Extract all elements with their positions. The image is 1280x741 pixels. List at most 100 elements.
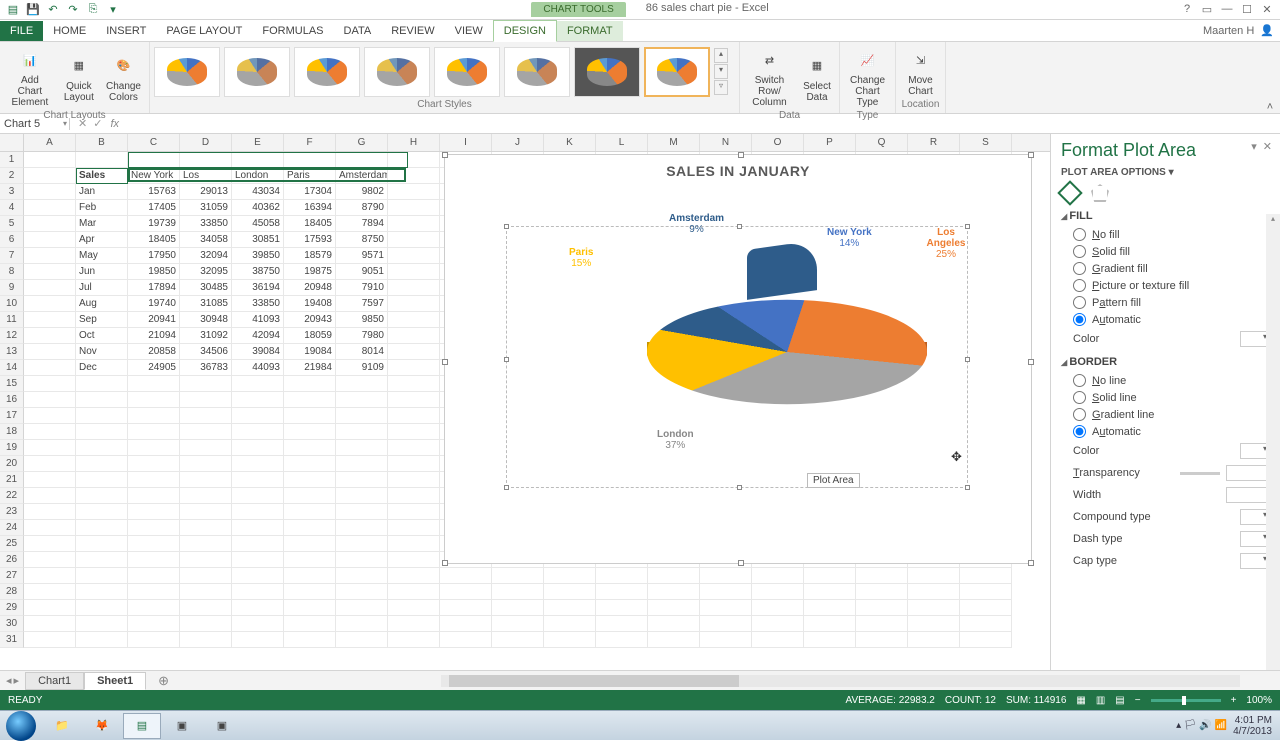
cell[interactable]	[76, 408, 128, 424]
cell[interactable]	[76, 152, 128, 168]
cell[interactable]	[232, 456, 284, 472]
cell[interactable]	[284, 392, 336, 408]
cell[interactable]	[960, 616, 1012, 632]
move-chart-button[interactable]: ⇲Move Chart	[900, 44, 941, 99]
cell[interactable]	[76, 520, 128, 536]
cell[interactable]	[284, 632, 336, 648]
worksheet-grid[interactable]: ABCDEFGHIJKLMNOPQRS 12SalesNew YorkLos A…	[0, 134, 1050, 670]
qat-dropdown-icon[interactable]: ▾	[106, 3, 120, 17]
cell[interactable]	[128, 552, 180, 568]
cell[interactable]	[232, 552, 284, 568]
cell[interactable]: 19875	[284, 264, 336, 280]
row-header-6[interactable]: 6	[0, 232, 24, 248]
quick-layout-button[interactable]: ▦Quick Layout	[60, 50, 98, 105]
pane-close-icon[interactable]: ✕	[1263, 140, 1272, 153]
cell[interactable]	[544, 616, 596, 632]
cell[interactable]	[856, 600, 908, 616]
cell[interactable]: 17405	[128, 200, 180, 216]
cell[interactable]: London	[232, 168, 284, 184]
cell[interactable]: 45058	[232, 216, 284, 232]
cell[interactable]	[388, 184, 440, 200]
cell[interactable]	[492, 616, 544, 632]
cell[interactable]	[544, 568, 596, 584]
cell[interactable]	[24, 248, 76, 264]
fill-line-tab-icon[interactable]	[1057, 180, 1082, 205]
cell[interactable]	[336, 392, 388, 408]
cell[interactable]	[128, 472, 180, 488]
cell[interactable]: 39850	[232, 248, 284, 264]
cell[interactable]: 32095	[180, 264, 232, 280]
row-header-3[interactable]: 3	[0, 184, 24, 200]
cell[interactable]: 19084	[284, 344, 336, 360]
cell[interactable]: 19850	[128, 264, 180, 280]
cell[interactable]	[128, 488, 180, 504]
cell[interactable]: 31092	[180, 328, 232, 344]
cell[interactable]	[128, 456, 180, 472]
row-header-16[interactable]: 16	[0, 392, 24, 408]
data-label-paris[interactable]: Paris15%	[569, 247, 593, 269]
cell[interactable]	[76, 568, 128, 584]
data-label-new-york[interactable]: New York14%	[827, 227, 872, 249]
opt-solid-fill[interactable]: Solid fill	[1061, 243, 1270, 260]
cell[interactable]: May	[76, 248, 128, 264]
cell[interactable]	[76, 504, 128, 520]
cell[interactable]: 44093	[232, 360, 284, 376]
cell[interactable]: 20948	[284, 280, 336, 296]
cell[interactable]	[336, 632, 388, 648]
cell[interactable]	[24, 296, 76, 312]
maximize-icon[interactable]: ☐	[1240, 3, 1254, 16]
cell[interactable]	[232, 520, 284, 536]
chart-style-5[interactable]	[434, 47, 500, 97]
row-header-15[interactable]: 15	[0, 376, 24, 392]
cell[interactable]: 16394	[284, 200, 336, 216]
view-page-layout-icon[interactable]: ▥	[1096, 695, 1105, 706]
data-label-los-angeles[interactable]: Los Angeles25%	[925, 227, 967, 260]
cell[interactable]	[128, 616, 180, 632]
cell[interactable]: 33850	[180, 216, 232, 232]
row-header-2[interactable]: 2	[0, 168, 24, 184]
tab-file[interactable]: FILE	[0, 21, 43, 41]
cell[interactable]: Apr	[76, 232, 128, 248]
cell[interactable]: 8790	[336, 200, 388, 216]
cell[interactable]: Mar	[76, 216, 128, 232]
cell[interactable]: 15763	[128, 184, 180, 200]
cell[interactable]	[440, 568, 492, 584]
cell[interactable]	[128, 536, 180, 552]
cell[interactable]	[752, 568, 804, 584]
col-header-E[interactable]: E	[232, 134, 284, 151]
chart-style-2[interactable]	[224, 47, 290, 97]
cell[interactable]	[388, 168, 440, 184]
change-colors-button[interactable]: 🎨Change Colors	[102, 50, 145, 105]
chart-title[interactable]: SALES IN JANUARY	[445, 155, 1031, 179]
cell[interactable]	[284, 504, 336, 520]
cell[interactable]	[232, 504, 284, 520]
cell[interactable]	[232, 632, 284, 648]
cell[interactable]	[388, 488, 440, 504]
pane-subtitle[interactable]: PLOT AREA OPTIONS	[1061, 167, 1166, 178]
cell[interactable]: 7980	[336, 328, 388, 344]
cell[interactable]	[388, 296, 440, 312]
cell[interactable]: Jan	[76, 184, 128, 200]
cell[interactable]	[752, 616, 804, 632]
cell[interactable]	[232, 584, 284, 600]
cell[interactable]	[24, 216, 76, 232]
horizontal-scrollbar[interactable]	[441, 675, 1240, 687]
cell[interactable]: 41093	[232, 312, 284, 328]
cell[interactable]: 43034	[232, 184, 284, 200]
cell[interactable]	[284, 536, 336, 552]
effects-tab-icon[interactable]	[1091, 184, 1109, 202]
cell[interactable]	[128, 376, 180, 392]
tray-clock[interactable]: 4:01 PM4/7/2013	[1233, 715, 1272, 737]
cell[interactable]	[24, 184, 76, 200]
cell[interactable]	[648, 600, 700, 616]
select-data-button[interactable]: ▦Select Data	[799, 50, 835, 105]
cell[interactable]	[76, 584, 128, 600]
cell[interactable]	[544, 632, 596, 648]
row-header-12[interactable]: 12	[0, 328, 24, 344]
new-sheet-button[interactable]: ⊕	[146, 671, 181, 691]
cell[interactable]: 33850	[232, 296, 284, 312]
cell[interactable]	[24, 536, 76, 552]
cell[interactable]	[336, 616, 388, 632]
opt-gradient-line[interactable]: Gradient line	[1061, 406, 1270, 423]
cell[interactable]	[180, 520, 232, 536]
